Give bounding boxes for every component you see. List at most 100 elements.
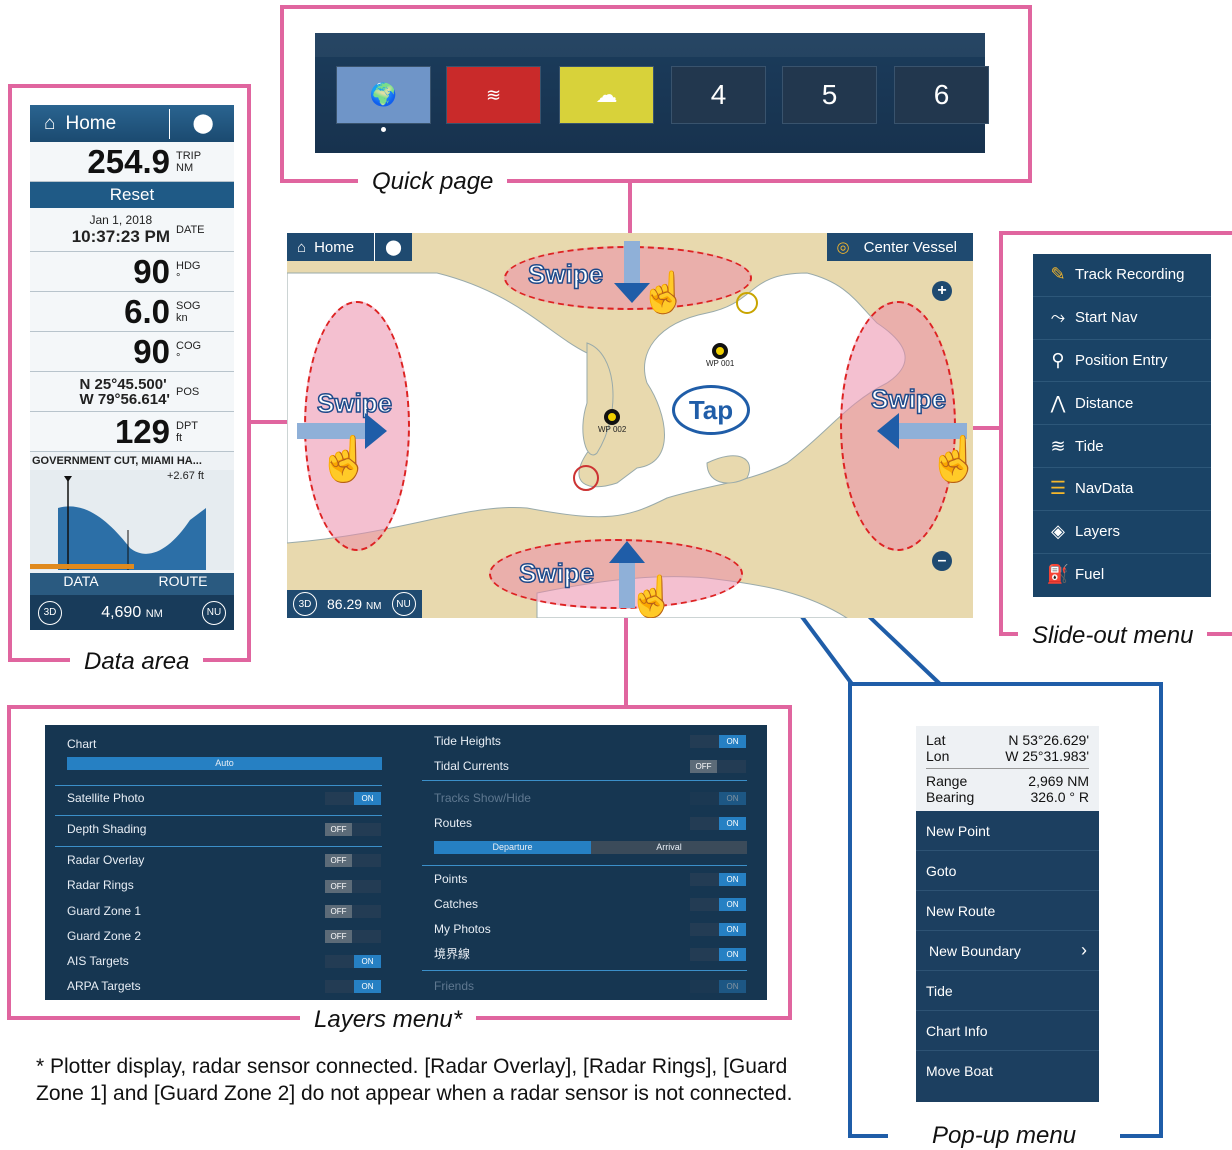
caption-quick-page: Quick page: [358, 168, 508, 196]
hand-pointer-icon: ☝: [317, 435, 372, 484]
data-area-panel: ⌂ Home ⬤ 254.9 TRIP NM Reset Jan 1, 2018 …: [30, 105, 234, 630]
menu-tide[interactable]: ≋ Tide: [1033, 425, 1211, 468]
weather-icon: ☁: [595, 82, 618, 107]
toggle-my-photos[interactable]: ON: [690, 923, 746, 936]
menu-fuel[interactable]: ⛽ Fuel: [1033, 554, 1211, 597]
menu-label: Layers: [1075, 523, 1121, 541]
toggle-tracks-show-hide[interactable]: ON: [690, 792, 746, 805]
menu-layers[interactable]: ◈ Layers: [1033, 511, 1211, 554]
tab-data[interactable]: DATA: [30, 573, 132, 595]
popup-new-boundary-label: New Boundary: [929, 942, 1021, 959]
routes-arrival-option[interactable]: Arrival: [591, 841, 747, 854]
toggle-guard-zone-2[interactable]: OFF: [325, 930, 381, 943]
trip-row: 254.9 TRIP NM: [30, 142, 234, 182]
quick-page-weather-button[interactable]: ☁: [559, 66, 654, 124]
location-pin-icon[interactable]: ⬤: [169, 108, 214, 139]
page-indicator-dot: [381, 127, 386, 132]
reset-button[interactable]: Reset: [30, 182, 234, 208]
sog-value: 6.0: [124, 292, 170, 330]
trip-label: TRIP: [176, 149, 202, 162]
quick-page-button-5[interactable]: 5: [782, 66, 877, 124]
dpt-label: DPT: [176, 419, 198, 432]
swipe-arrows: [297, 241, 967, 608]
home-label[interactable]: Home: [65, 113, 169, 135]
menu-start-nav[interactable]: ⤳ Start Nav: [1033, 297, 1211, 340]
routes-departure-option[interactable]: Departure: [434, 841, 591, 854]
quick-page-button-4[interactable]: 4: [671, 66, 766, 124]
caption-slide-out: Slide-out menu: [1018, 622, 1208, 650]
toggle-tidal-currents[interactable]: OFF: [690, 760, 746, 773]
quick-page-chart-button[interactable]: 🌍: [336, 66, 431, 124]
layer-satellite-photo: Satellite Photo: [67, 791, 145, 805]
popup-new-point[interactable]: New Point: [916, 811, 1099, 851]
trip-unit: NM: [176, 161, 194, 174]
route-icon: ⤳: [1050, 307, 1066, 328]
chart-map[interactable]: ⌂ Home ⬤ ◎ Center Vessel WP 001 WP 002 +…: [287, 233, 973, 618]
layer-radar-overlay: Radar Overlay: [67, 853, 145, 867]
quick-page-button-6[interactable]: 6: [894, 66, 989, 124]
map-footer: 3D 86.29 NM NU: [287, 590, 422, 618]
menu-distance[interactable]: ⋀ Distance: [1033, 382, 1211, 426]
pos-label: POS: [176, 385, 200, 398]
menu-track-recording[interactable]: ✎ Track Recording: [1033, 254, 1211, 297]
quick-page-fish-finder-button[interactable]: ≋: [446, 66, 541, 124]
cog-unit: °: [176, 351, 181, 364]
wave-icon: ≋: [1050, 435, 1066, 456]
data-area-tabs: DATA ROUTE: [30, 573, 234, 595]
popup-tide[interactable]: Tide: [916, 971, 1099, 1011]
toggle-depth-shading[interactable]: OFF: [325, 823, 381, 836]
toggle-ais-targets[interactable]: ON: [325, 955, 381, 968]
north-up-button[interactable]: NU: [391, 592, 416, 616]
popup-new-boundary[interactable]: New Boundary ›: [916, 931, 1099, 971]
map-range-unit: NM: [365, 601, 382, 612]
3d-button[interactable]: 3D: [293, 592, 317, 616]
toggle-boundary[interactable]: ON: [690, 948, 746, 961]
time-value: 10:37:23 PM: [71, 226, 170, 246]
chart-auto-select[interactable]: Auto: [67, 757, 382, 770]
quick-page-bar: 🌍 ≋ ☁ 4 5 6: [315, 33, 989, 153]
toggle-satellite-photo[interactable]: ON: [325, 792, 381, 805]
toggle-guard-zone-1[interactable]: OFF: [325, 905, 381, 918]
toggle-friends[interactable]: ON: [690, 980, 746, 993]
lat-value: N 53°26.629': [1008, 732, 1089, 748]
menu-position-entry[interactable]: ⚲ Position Entry: [1033, 340, 1211, 383]
footnote: * Plotter display, radar sensor connecte…: [36, 1055, 793, 1105]
toggle-arpa-targets[interactable]: ON: [325, 980, 381, 993]
sog-unit: kn: [176, 311, 188, 324]
tide-station-name: GOVERNMENT CUT, MIAMI HA...: [32, 455, 202, 467]
position-icon: ⚲: [1051, 349, 1065, 370]
tab-route[interactable]: ROUTE: [132, 573, 234, 595]
tap-bubble: Tap: [672, 385, 750, 435]
dpt-row: 129 DPT ft: [30, 412, 234, 452]
popup-info-box: Lat N 53°26.629' Lon W 25°31.983' Range 2,9…: [916, 726, 1099, 811]
toggle-radar-rings[interactable]: OFF: [325, 880, 381, 893]
home-icon[interactable]: ⌂: [44, 113, 55, 135]
layer-arpa-targets: ARPA Targets: [67, 979, 141, 993]
layers-menu: Chart Auto Satellite Photo ON Depth Shad…: [45, 725, 767, 1000]
layer-tracks-show-hide: Tracks Show/Hide: [434, 791, 531, 805]
pos-lon: W 79°56.614': [79, 390, 170, 408]
popup-goto[interactable]: Goto: [916, 851, 1099, 891]
popup-new-route[interactable]: New Route: [916, 891, 1099, 931]
pos-lat: N 25°45.500': [79, 375, 167, 393]
layer-guard-zone-2: Guard Zone 2: [67, 929, 142, 943]
toggle-routes[interactable]: ON: [690, 817, 746, 830]
menu-navdata[interactable]: ☰ NavData: [1033, 468, 1211, 511]
layers-icon: ◈: [1051, 521, 1065, 542]
quick-page-title-strip: [315, 33, 985, 57]
layer-depth-shading: Depth Shading: [67, 822, 147, 836]
dpt-value: 129: [114, 412, 170, 450]
range-value: 2,969 NM: [1028, 773, 1089, 789]
popup-move-boat[interactable]: Move Boat: [916, 1051, 1099, 1091]
popup-chart-info[interactable]: Chart Info: [916, 1011, 1099, 1051]
toggle-tide-heights[interactable]: ON: [690, 735, 746, 748]
hdg-row: 90 HDG °: [30, 252, 234, 292]
menu-label: Position Entry: [1075, 351, 1168, 369]
tide-graph: +2.67 ft: [30, 470, 234, 570]
toggle-catches[interactable]: ON: [690, 898, 746, 911]
3d-button[interactable]: 3D: [38, 600, 62, 625]
toggle-radar-overlay[interactable]: OFF: [325, 854, 381, 867]
north-up-button[interactable]: NU: [201, 600, 226, 625]
toggle-points[interactable]: ON: [690, 873, 746, 886]
layer-friends: Friends: [434, 979, 475, 993]
